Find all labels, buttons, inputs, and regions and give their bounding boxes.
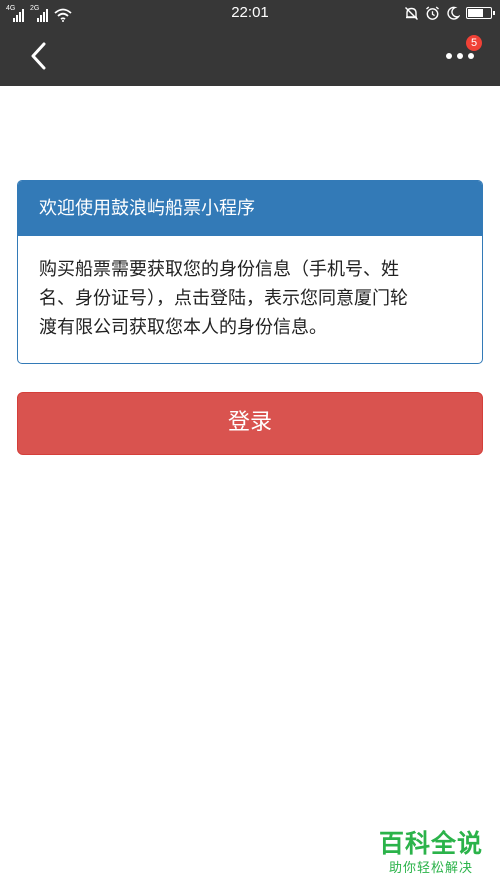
more-dots-icon: [446, 53, 474, 59]
alarm-icon: [426, 5, 439, 20]
status-bar: 4G 2G 22:01: [0, 0, 500, 26]
panel-body-line: 名、身份证号），点击登陆，表示您同意厦门轮: [39, 288, 408, 309]
info-panel: 欢迎使用鼓浪屿船票小程序 购买船票需要获取您的身份信息（手机号、姓 名、身份证号…: [17, 180, 483, 364]
panel-title: 欢迎使用鼓浪屿船票小程序: [18, 181, 482, 236]
moon-icon: [447, 6, 460, 20]
battery-icon: [466, 7, 495, 19]
battery-level: [468, 9, 484, 17]
notification-badge: 5: [466, 35, 482, 51]
back-button[interactable]: [20, 38, 56, 74]
more-button[interactable]: 5: [440, 35, 482, 74]
panel-body: 购买船票需要获取您的身份信息（手机号、姓 名、身份证号），点击登陆，表示您同意厦…: [18, 236, 482, 342]
watermark-logo: 百科全说 助你轻松解决: [370, 828, 492, 878]
nav-bar: 5: [0, 26, 500, 86]
bell-off-icon: [405, 6, 418, 20]
panel-body-line: 渡有限公司获取您本人的身份信息。: [39, 317, 327, 338]
chevron-left-icon: [31, 42, 46, 70]
status-right-icons: [404, 4, 495, 22]
panel-body-line: 购买船票需要获取您的身份信息（手机号、姓: [39, 259, 399, 280]
login-button[interactable]: 登录: [17, 392, 483, 455]
watermark-subtitle: 助你轻松解决: [388, 861, 473, 876]
watermark-title: 百科全说: [378, 829, 483, 858]
